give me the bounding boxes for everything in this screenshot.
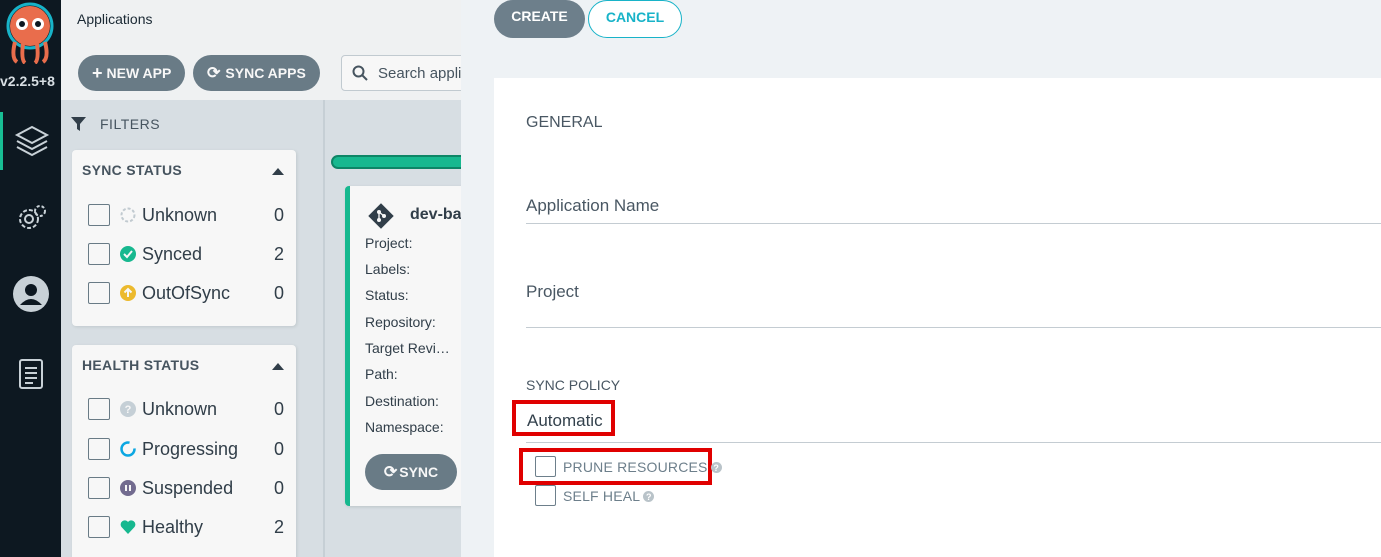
applications-page: Applications + NEW APP ⟳ SYNC APPS Searc… — [61, 0, 461, 557]
self-heal-option[interactable]: SELF HEAL ? — [535, 485, 655, 506]
nav-user[interactable] — [0, 265, 61, 323]
user-icon — [12, 276, 49, 312]
project-underline — [526, 327, 1381, 328]
general-section-title: GENERAL — [526, 114, 603, 131]
prune-resources-checkbox[interactable] — [535, 456, 556, 477]
left-nav: v2.2.5+8 — [0, 0, 61, 557]
argo-cd-app: v2.2.5+8 Applications + NEW APP ⟳ SYNC A… — [0, 0, 1381, 557]
docs-icon — [18, 359, 43, 389]
sync-policy-select[interactable]: Automatic — [527, 411, 603, 431]
version-label: v2.2.5+8 — [0, 73, 55, 89]
sync-policy-title: SYNC POLICY — [526, 377, 621, 393]
prune-resources-option[interactable]: PRUNE RESOURCES ? — [535, 456, 722, 477]
settings-icon — [18, 205, 46, 229]
create-app-panel: CREATE CANCEL GENERAL Application Name P… — [461, 0, 1381, 557]
help-icon[interactable]: ? — [643, 491, 655, 502]
create-button[interactable]: CREATE — [494, 0, 585, 38]
application-name-underline — [526, 223, 1381, 224]
applications-icon — [14, 125, 50, 157]
project-field[interactable]: Project — [526, 282, 579, 302]
page-overlay[interactable] — [61, 0, 461, 557]
prune-resources-label: PRUNE RESOURCES — [563, 458, 708, 475]
self-heal-label: SELF HEAL — [563, 487, 641, 504]
application-name-field[interactable]: Application Name — [526, 196, 659, 216]
nav-docs[interactable] — [0, 345, 61, 403]
sync-policy-underline — [526, 442, 1381, 443]
argo-logo-icon[interactable] — [3, 2, 57, 65]
cancel-button[interactable]: CANCEL — [588, 0, 682, 38]
self-heal-checkbox[interactable] — [535, 485, 556, 506]
nav-applications[interactable] — [0, 112, 61, 170]
nav-settings[interactable] — [0, 190, 61, 248]
create-app-form: GENERAL Application Name Project SYNC PO… — [494, 78, 1381, 557]
help-icon[interactable]: ? — [710, 462, 722, 473]
